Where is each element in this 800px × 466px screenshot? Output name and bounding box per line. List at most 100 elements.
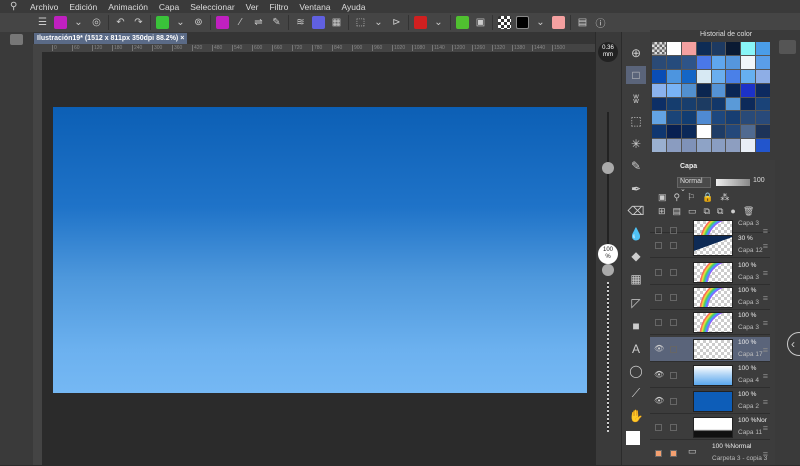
- layer-row[interactable]: 👁 100 % Capa 4 ≡: [650, 363, 770, 388]
- balloon-icon[interactable]: ◯: [626, 362, 646, 380]
- canvas-image[interactable]: [53, 107, 587, 393]
- color-swatch[interactable]: [756, 83, 770, 97]
- layer-menu-icon[interactable]: ≡: [763, 371, 768, 381]
- device-icon[interactable]: ▤: [576, 16, 589, 29]
- opacity-slider[interactable]: [602, 264, 614, 276]
- color-swatch[interactable]: [652, 97, 666, 111]
- color-swatch[interactable]: [741, 125, 756, 139]
- color-swatch[interactable]: [681, 139, 696, 152]
- color-swatch[interactable]: [666, 55, 681, 69]
- lock-checkbox[interactable]: [670, 242, 677, 249]
- magic-wand-icon[interactable]: ✳: [626, 135, 646, 153]
- color-swatch[interactable]: [741, 69, 756, 83]
- color-swatch[interactable]: [666, 83, 681, 97]
- blend-mode-select[interactable]: Normal ⌄: [677, 177, 711, 193]
- layer-tool-icons[interactable]: ▣⚲⚐🔒⁂: [658, 192, 736, 203]
- color-swatch[interactable]: [726, 42, 741, 55]
- figure-icon[interactable]: ◸: [626, 294, 646, 312]
- color-swatch[interactable]: [711, 83, 726, 97]
- fill-icon[interactable]: ◆: [626, 247, 646, 265]
- eye-icon[interactable]: 👁: [654, 370, 664, 379]
- lock-checkbox[interactable]: [670, 424, 677, 431]
- layer-row[interactable]: 100 %Nor Capa 11 ≡: [650, 415, 770, 440]
- chevron-down-icon[interactable]: ⌄: [534, 16, 547, 29]
- color-swatch[interactable]: [652, 42, 666, 55]
- main-color-swatch[interactable]: [626, 431, 640, 445]
- hand-icon[interactable]: ✋: [626, 407, 646, 425]
- visibility-checkbox[interactable]: [655, 450, 662, 457]
- color-swatch[interactable]: [726, 69, 741, 83]
- color-swatch[interactable]: [666, 125, 681, 139]
- grid-icon[interactable]: ▦: [330, 16, 343, 29]
- eye-icon[interactable]: 👁: [654, 396, 664, 405]
- lock-checkbox[interactable]: [670, 269, 677, 276]
- transform-icon[interactable]: ⬚: [354, 16, 367, 29]
- flip-icon[interactable]: ⊳: [390, 16, 403, 29]
- color-swatch[interactable]: [756, 97, 770, 111]
- color-swatch[interactable]: [666, 111, 681, 125]
- save-icon[interactable]: ◎: [90, 16, 103, 29]
- menu-filtro[interactable]: Filtro: [269, 2, 288, 12]
- menu-animación[interactable]: Animación: [108, 2, 148, 12]
- visibility-checkbox[interactable]: [655, 269, 662, 276]
- lock-checkbox[interactable]: [670, 398, 677, 405]
- color-swatch[interactable]: [696, 42, 711, 55]
- color-swatch[interactable]: [696, 111, 711, 125]
- layer-row[interactable]: 100 % Capa 3 ≡: [650, 310, 770, 335]
- color-swatch[interactable]: [652, 125, 666, 139]
- panel-icon[interactable]: [779, 40, 796, 54]
- color-swatch[interactable]: [756, 55, 770, 69]
- menu-icon[interactable]: ☰: [36, 16, 49, 29]
- visibility-checkbox[interactable]: [655, 424, 662, 431]
- selection-icon[interactable]: [156, 16, 169, 29]
- color-swatch[interactable]: [681, 97, 696, 111]
- layer-row[interactable]: 100 % Capa 3 ≡: [650, 285, 770, 310]
- color-swatch[interactable]: [696, 139, 711, 152]
- new-canvas-icon[interactable]: [54, 16, 67, 29]
- layer-menu-icon[interactable]: ≡: [763, 241, 768, 251]
- zoom-tool-icon[interactable]: ⊕: [626, 44, 646, 62]
- layer-action-icons[interactable]: ⊞▤▭⧉⧉●🗑: [658, 206, 761, 217]
- lock-checkbox[interactable]: [670, 346, 677, 353]
- layer-menu-icon[interactable]: ≡: [763, 268, 768, 278]
- color-swatch[interactable]: [711, 69, 726, 83]
- menu-ventana[interactable]: Ventana: [299, 2, 330, 12]
- panel-icon[interactable]: ▣: [474, 16, 487, 29]
- color-swatch[interactable]: [726, 111, 741, 125]
- lock-checkbox[interactable]: [670, 294, 677, 301]
- color-swatch[interactable]: [741, 97, 756, 111]
- color-swatch[interactable]: [696, 69, 711, 83]
- chevron-down-icon[interactable]: ⌄: [432, 16, 445, 29]
- eyedropper-icon[interactable]: ✎: [626, 157, 646, 175]
- color-swatch[interactable]: [652, 69, 666, 83]
- collapse-panel-icon[interactable]: ‹: [787, 332, 800, 356]
- selection-icon[interactable]: ⬚: [626, 112, 646, 130]
- color-swatch[interactable]: [741, 83, 756, 97]
- chevron-down-icon[interactable]: ⌄: [72, 16, 85, 29]
- color-swatch[interactable]: [666, 69, 681, 83]
- layer-row[interactable]: ▭ 100 %Normal Carpeta 3 - copia 3 ≡: [650, 441, 770, 466]
- color-swatch[interactable]: [652, 55, 666, 69]
- menu-ayuda[interactable]: Ayuda: [342, 2, 366, 12]
- sub-color-icon[interactable]: [552, 16, 565, 29]
- color-swatch[interactable]: [756, 42, 770, 55]
- color-swatch[interactable]: [711, 55, 726, 69]
- navigator-icon[interactable]: [10, 34, 23, 45]
- color-swatch[interactable]: [696, 125, 711, 139]
- color-swatch[interactable]: [711, 139, 726, 152]
- layer-opacity-slider[interactable]: [716, 179, 750, 186]
- color-swatch[interactable]: [726, 83, 741, 97]
- eye-icon[interactable]: 👁: [654, 344, 664, 353]
- layer-menu-icon[interactable]: ≡: [763, 345, 768, 355]
- transparent-color-icon[interactable]: [498, 16, 511, 29]
- info-icon[interactable]: ⓘ: [594, 16, 607, 30]
- color-icon[interactable]: [216, 16, 229, 29]
- chevron-down-icon[interactable]: ⌄: [174, 16, 187, 29]
- color-swatch[interactable]: [681, 69, 696, 83]
- color-swatch[interactable]: [741, 111, 756, 125]
- color-swatch[interactable]: [756, 111, 770, 125]
- eraser-icon[interactable]: ⌫: [626, 202, 646, 220]
- layer-row[interactable]: Capa 3 ≡: [650, 218, 770, 241]
- color-swatch[interactable]: [696, 55, 711, 69]
- color-swatch[interactable]: [726, 97, 741, 111]
